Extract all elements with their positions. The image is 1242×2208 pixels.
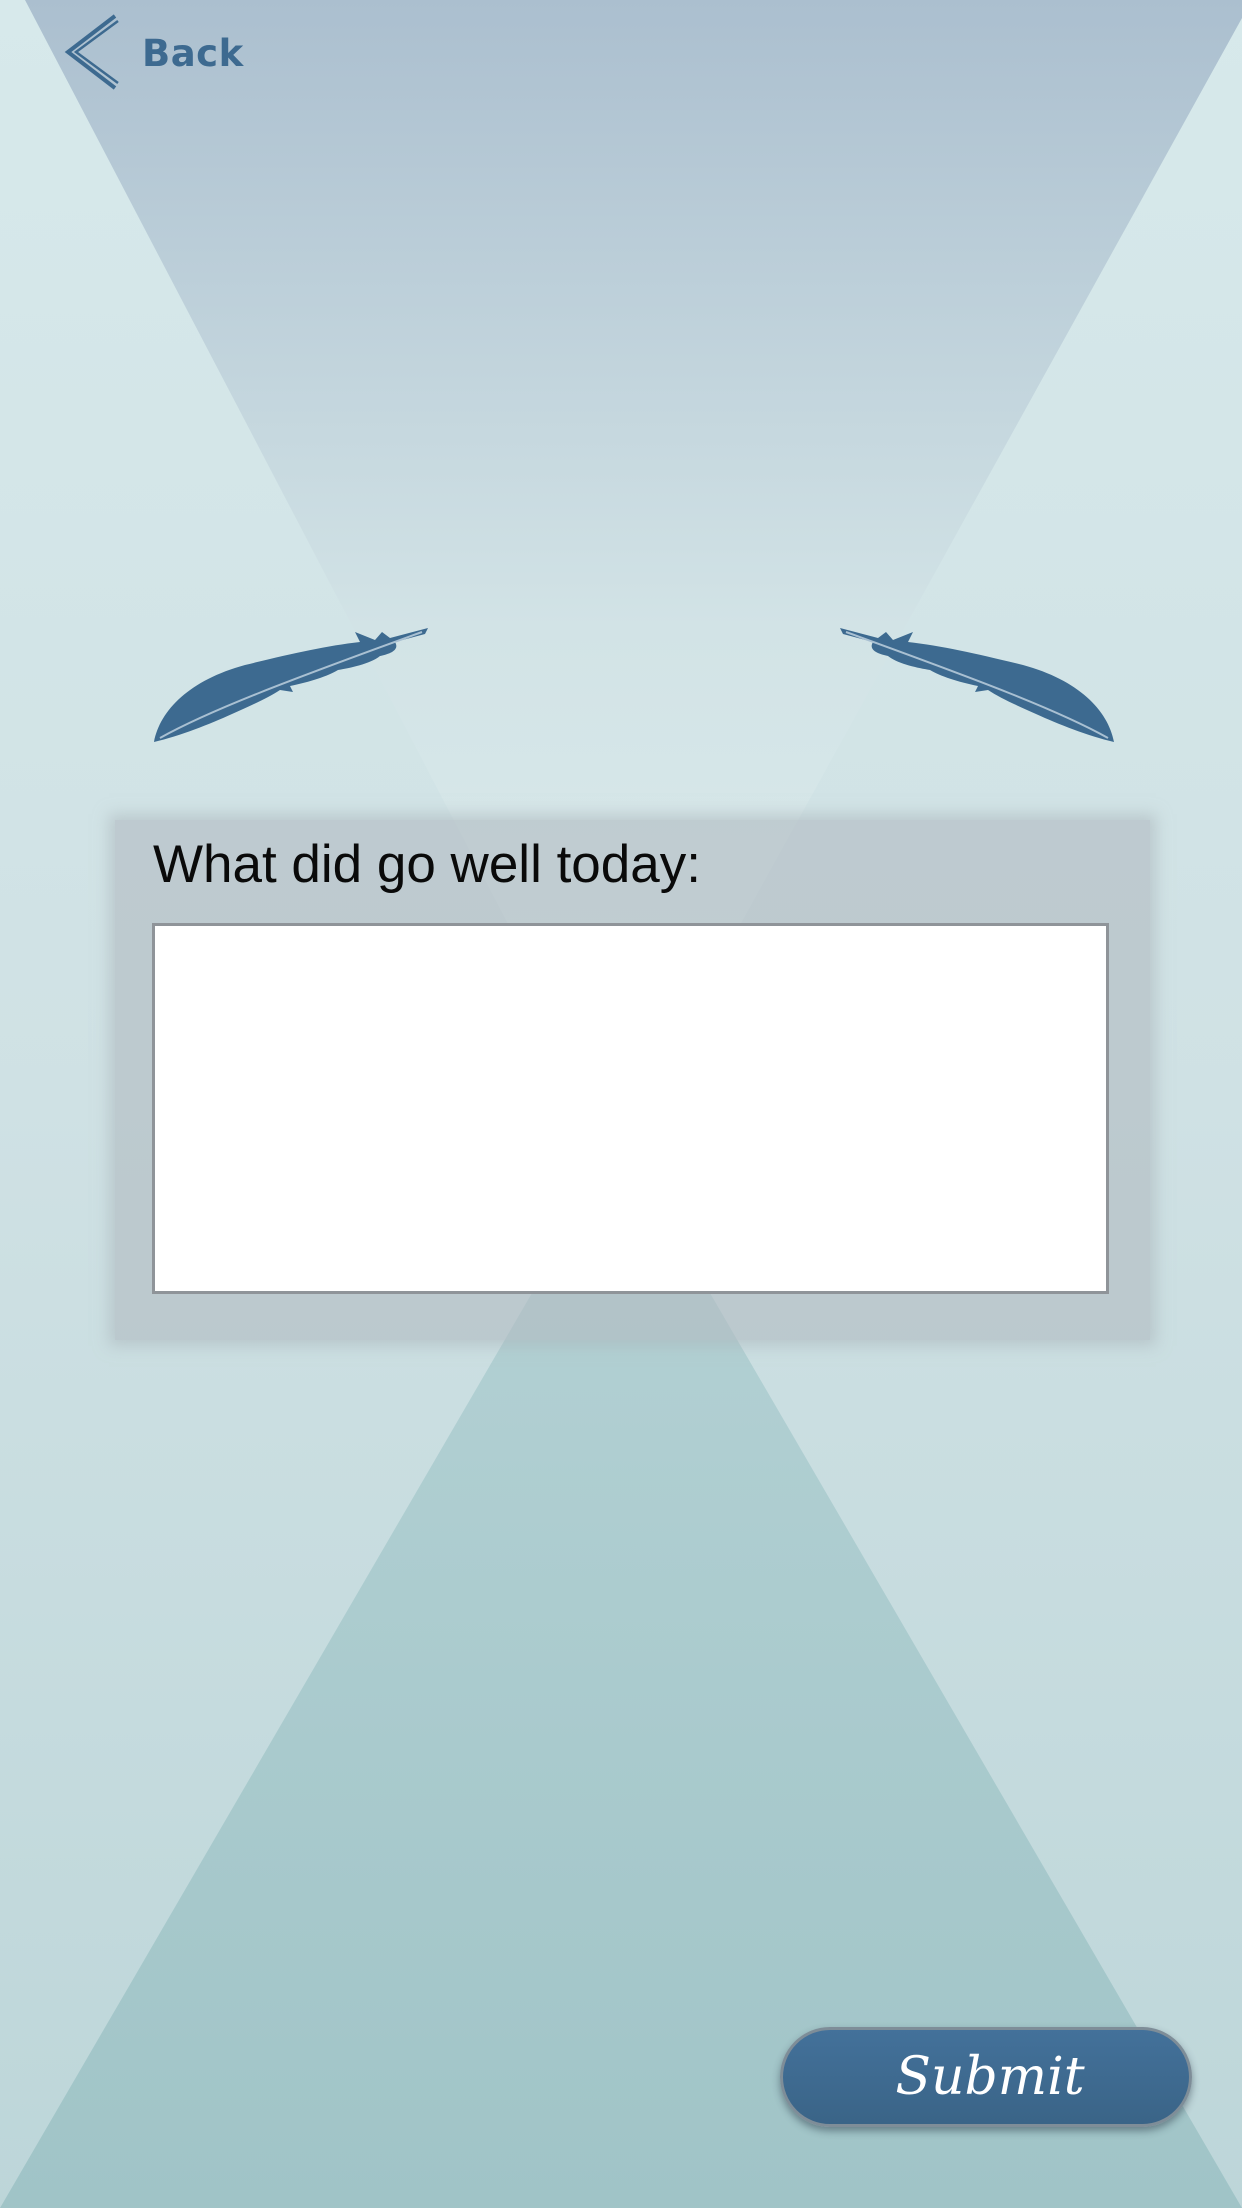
submit-button[interactable]: Submit bbox=[780, 2027, 1192, 2127]
question-card: What did go well today: bbox=[115, 820, 1150, 1340]
submit-label: Submit bbox=[895, 2047, 1085, 2107]
answer-textarea[interactable] bbox=[152, 923, 1109, 1294]
back-button[interactable]: Back bbox=[60, 12, 244, 92]
feather-icon bbox=[840, 628, 1114, 742]
feather-icon bbox=[154, 628, 428, 742]
chevron-left-icon bbox=[64, 14, 119, 90]
question-label: What did go well today: bbox=[153, 835, 701, 894]
back-label: Back bbox=[142, 31, 244, 75]
